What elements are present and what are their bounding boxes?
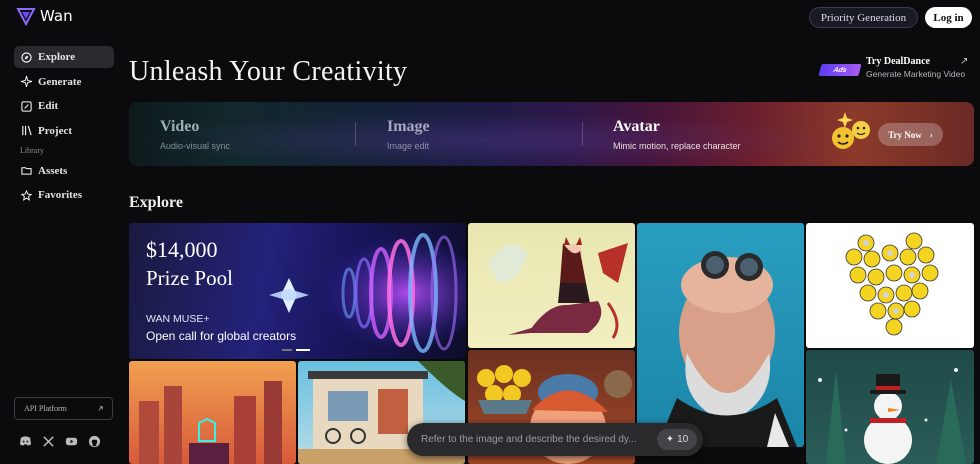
carousel-dot-active[interactable] xyxy=(296,349,310,351)
gallery-item-minions[interactable] xyxy=(806,223,974,348)
ad-subtitle: Generate Marketing Video xyxy=(866,69,966,79)
youtube-icon[interactable] xyxy=(65,435,78,448)
x-icon[interactable] xyxy=(42,435,55,448)
edit-icon xyxy=(21,100,32,112)
carousel-dots xyxy=(282,349,310,351)
snowman-illustration xyxy=(818,368,966,464)
banner-image[interactable]: Image Image edit xyxy=(387,118,430,151)
library-section-label: Library xyxy=(20,145,44,155)
banner-video-subtitle: Audio-visual sync xyxy=(160,141,231,151)
feature-banner: Video Audio-visual sync Image Image edit… xyxy=(129,102,974,166)
sidebar-item-label: Edit xyxy=(38,100,59,112)
banner-avatar-subtitle: Mimic motion, replace character xyxy=(613,141,741,151)
emoji-face-icon xyxy=(832,112,870,149)
sparkle-icon: ✦ xyxy=(665,434,675,445)
sidebar-item-favorites[interactable]: Favorites xyxy=(14,184,114,206)
sidebar-nav: Explore Generate Edit Project Library As… xyxy=(14,46,114,209)
sidebar-item-assets[interactable]: Assets xyxy=(14,160,114,182)
banner-video-title: Video xyxy=(160,118,200,135)
wan-logo[interactable]: Wan xyxy=(16,6,73,26)
credits-button[interactable]: ✦ 10 xyxy=(657,429,697,450)
prize-call-text: Open call for global creators xyxy=(146,329,297,343)
arrow-up-right-icon: ↗ xyxy=(960,56,969,67)
prize-brand: WAN MUSE+ xyxy=(146,313,210,325)
folder-icon xyxy=(21,167,32,175)
gallery-item-snowman[interactable] xyxy=(806,350,974,464)
prize-pool-label: Prize Pool xyxy=(146,266,233,290)
prompt-input[interactable]: Refer to the image and describe the desi… xyxy=(407,423,703,456)
prompt-placeholder: Refer to the image and describe the desi… xyxy=(421,434,637,445)
sidebar: Wan Explore Generate Edit Project Librar… xyxy=(0,0,122,464)
discord-icon[interactable] xyxy=(19,435,32,448)
library-icon xyxy=(22,125,32,136)
gallery-item-devil[interactable] xyxy=(468,223,635,348)
devil-illustration xyxy=(488,237,628,339)
api-platform-label: API Platform xyxy=(24,404,67,413)
sparkle-icon xyxy=(21,76,32,87)
sidebar-item-label: Project xyxy=(38,124,72,137)
app-name: Wan xyxy=(40,7,73,25)
wan-logo-icon xyxy=(16,8,36,26)
external-link-icon xyxy=(98,406,103,411)
sidebar-item-label: Favorites xyxy=(38,189,82,201)
ad-title: Try DealDance xyxy=(866,56,930,67)
banner-avatar-title: Avatar xyxy=(613,118,660,135)
divider xyxy=(582,122,583,146)
chevron-right-icon: › xyxy=(929,129,933,140)
page-title: Unleash Your Creativity xyxy=(129,56,408,87)
gallery-item-city[interactable] xyxy=(129,361,296,464)
banner-image-title: Image xyxy=(387,118,430,135)
github-icon[interactable] xyxy=(88,435,101,448)
api-platform-button[interactable]: API Platform xyxy=(14,397,113,420)
ads-badge: Ads xyxy=(818,64,862,76)
banner-image-subtitle: Image edit xyxy=(387,141,430,151)
banner-video[interactable]: Video Audio-visual sync xyxy=(160,118,230,151)
sidebar-item-label: Explore xyxy=(38,51,76,63)
sidebar-item-explore[interactable]: Explore xyxy=(14,46,114,68)
sidebar-item-project[interactable]: Project xyxy=(14,120,114,142)
prize-pool-card[interactable]: $14,000 Prize Pool WAN MUSE+ Open call f… xyxy=(129,223,466,359)
credits-count: 10 xyxy=(677,434,689,445)
sidebar-item-label: Generate xyxy=(38,75,82,88)
compass-icon xyxy=(21,51,32,63)
old-man-portrait xyxy=(657,251,797,447)
try-now-button[interactable]: Try Now › xyxy=(878,123,943,146)
sidebar-item-edit[interactable]: Edit xyxy=(14,95,114,117)
main-content: Unleash Your Creativity Ads Try DealDanc… xyxy=(122,0,980,464)
divider xyxy=(355,122,356,146)
try-now-label: Try Now xyxy=(888,129,922,140)
explore-heading: Explore xyxy=(129,194,183,211)
prize-amount: $14,000 xyxy=(146,237,218,262)
star-icon xyxy=(21,189,32,201)
banner-avatar[interactable]: Avatar Mimic motion, replace character xyxy=(613,118,741,151)
sidebar-item-label: Assets xyxy=(38,164,68,177)
social-links xyxy=(19,435,101,448)
ad-card[interactable]: Ads Try DealDance Generate Marketing Vid… xyxy=(818,56,969,79)
minions-heart-art xyxy=(845,232,939,336)
sidebar-item-generate[interactable]: Generate xyxy=(14,71,114,93)
gallery-item-portrait[interactable] xyxy=(637,223,804,447)
city-illustration xyxy=(139,381,282,464)
carousel-dot[interactable] xyxy=(282,349,292,351)
